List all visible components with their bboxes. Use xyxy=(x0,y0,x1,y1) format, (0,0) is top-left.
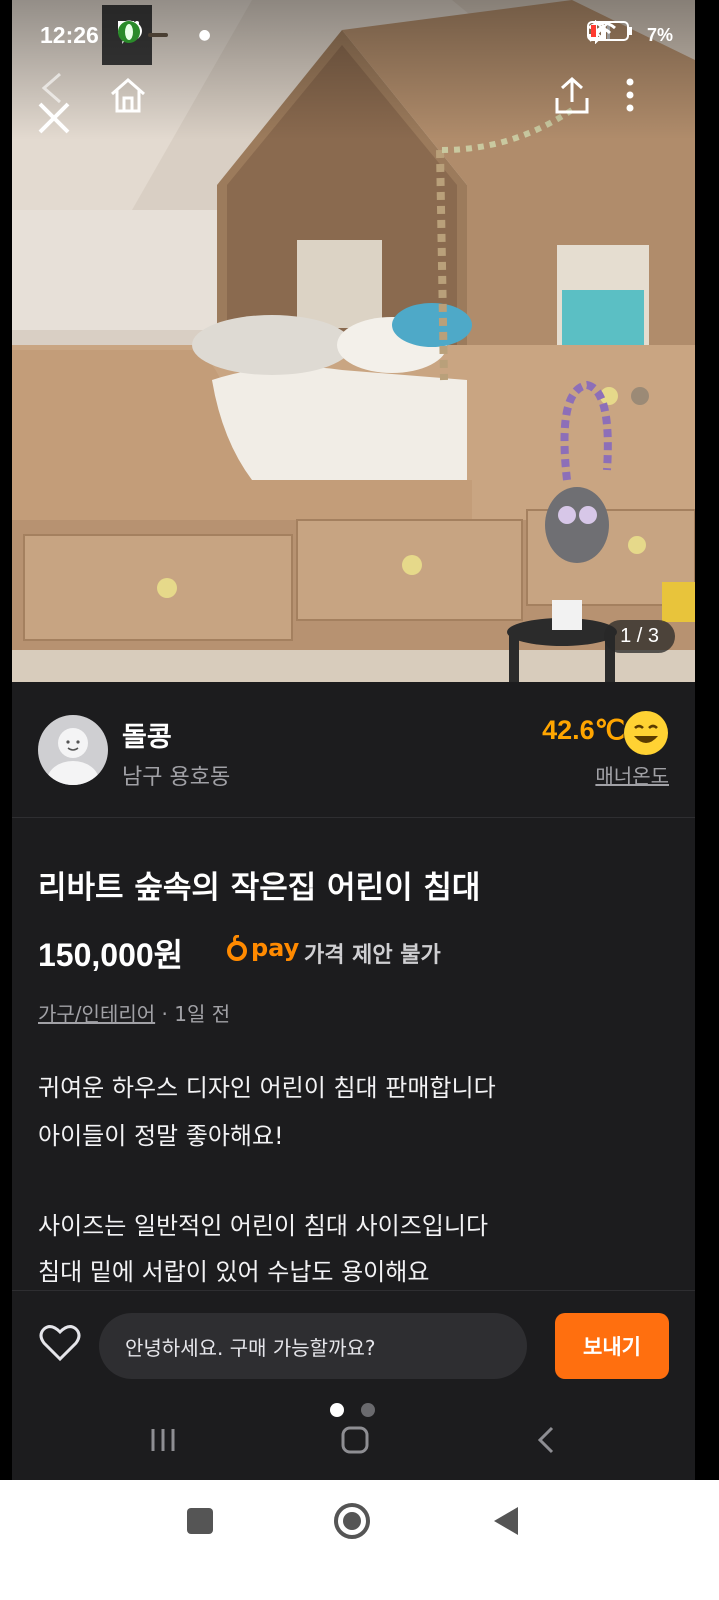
message-input[interactable] xyxy=(99,1313,527,1379)
battery-level: 7% xyxy=(646,24,673,45)
app-navigation xyxy=(12,1395,695,1480)
category-link[interactable]: 가구/인테리어 xyxy=(38,1002,155,1026)
back-chevron-icon xyxy=(537,1426,554,1454)
pay-label: pay xyxy=(251,934,300,962)
page-indicator xyxy=(361,1403,375,1417)
share-button[interactable] xyxy=(552,76,600,124)
heart-icon[interactable] xyxy=(38,1321,82,1365)
time-ago: · 1일 전 xyxy=(161,1002,231,1026)
send-button[interactable]: 보내기 xyxy=(555,1313,669,1379)
triangle-back-icon xyxy=(494,1507,518,1535)
product-meta: 가구/인테리어 · 1일 전 xyxy=(38,998,230,1027)
app-back-button[interactable] xyxy=(534,1425,558,1459)
page-indicator-active xyxy=(330,1403,344,1417)
status-left-icons: 7 ● xyxy=(117,20,211,50)
avatar[interactable] xyxy=(38,715,108,785)
seller-location: 남구 용호동 xyxy=(122,765,231,790)
system-recents-button[interactable] xyxy=(186,1507,214,1539)
system-back-button[interactable] xyxy=(492,1505,520,1541)
seller-profile[interactable]: 돌콩 남구 용호동 42.6℃ 매너온도 xyxy=(12,682,695,818)
price-unit: 원 xyxy=(153,936,184,974)
product-price: 150,000원 xyxy=(38,930,183,976)
app-home-button[interactable] xyxy=(340,1425,370,1459)
description-line: 침대 밑에 서랍이 있어 수납도 용이해요 xyxy=(38,1258,430,1286)
default-profile-icon xyxy=(47,728,99,785)
description-line: 아이들이 정말 좋아해요! xyxy=(38,1122,284,1150)
back-arrow-icon xyxy=(41,72,61,104)
recent-apps-icon xyxy=(151,1429,175,1451)
product-image[interactable]: 12:26 7 ● xyxy=(12,0,695,682)
smile-face-icon xyxy=(624,711,668,755)
status-time: 12:26 xyxy=(40,21,99,48)
image-counter: 1 / 3 xyxy=(604,620,675,653)
app-screen: 12:26 7 ● xyxy=(12,0,695,1480)
manner-temperature: 42.6℃ xyxy=(542,715,625,745)
status-right-icons: 7% xyxy=(586,20,673,50)
chat-bar: 보내기 xyxy=(12,1290,695,1396)
product-title: 리바트 숲속의 작은집 어린이 침대 xyxy=(38,870,481,906)
carrot-icon xyxy=(227,935,247,961)
camera-icon xyxy=(120,20,169,38)
circle-home-icon xyxy=(334,1503,370,1539)
share-icon xyxy=(555,76,589,114)
system-home-button[interactable] xyxy=(333,1502,371,1544)
system-navigation xyxy=(0,1480,719,1600)
description-line: 귀여운 하우스 디자인 어린이 침대 판매합니다 xyxy=(38,1074,496,1102)
seller-name: 돌콩 xyxy=(122,722,172,753)
home-icon xyxy=(111,78,145,113)
more-dot-icon: ● xyxy=(198,27,211,43)
pay-badge: pay xyxy=(227,934,299,962)
back-button[interactable] xyxy=(40,70,88,118)
square-icon xyxy=(187,1508,213,1534)
more-vertical-icon xyxy=(626,78,634,112)
recent-apps-button[interactable] xyxy=(148,1425,178,1459)
more-button[interactable] xyxy=(624,76,672,124)
description-line: 사이즈는 일반적인 어린이 침대 사이즈입니다 xyxy=(38,1212,489,1240)
price-number: 150,000 xyxy=(38,937,154,973)
price-negotiation: 가격 제안 불가 xyxy=(304,943,441,968)
manner-temperature-link[interactable]: 매너온도 xyxy=(595,760,669,789)
home-button[interactable] xyxy=(108,76,156,124)
home-square-icon xyxy=(341,1426,369,1454)
